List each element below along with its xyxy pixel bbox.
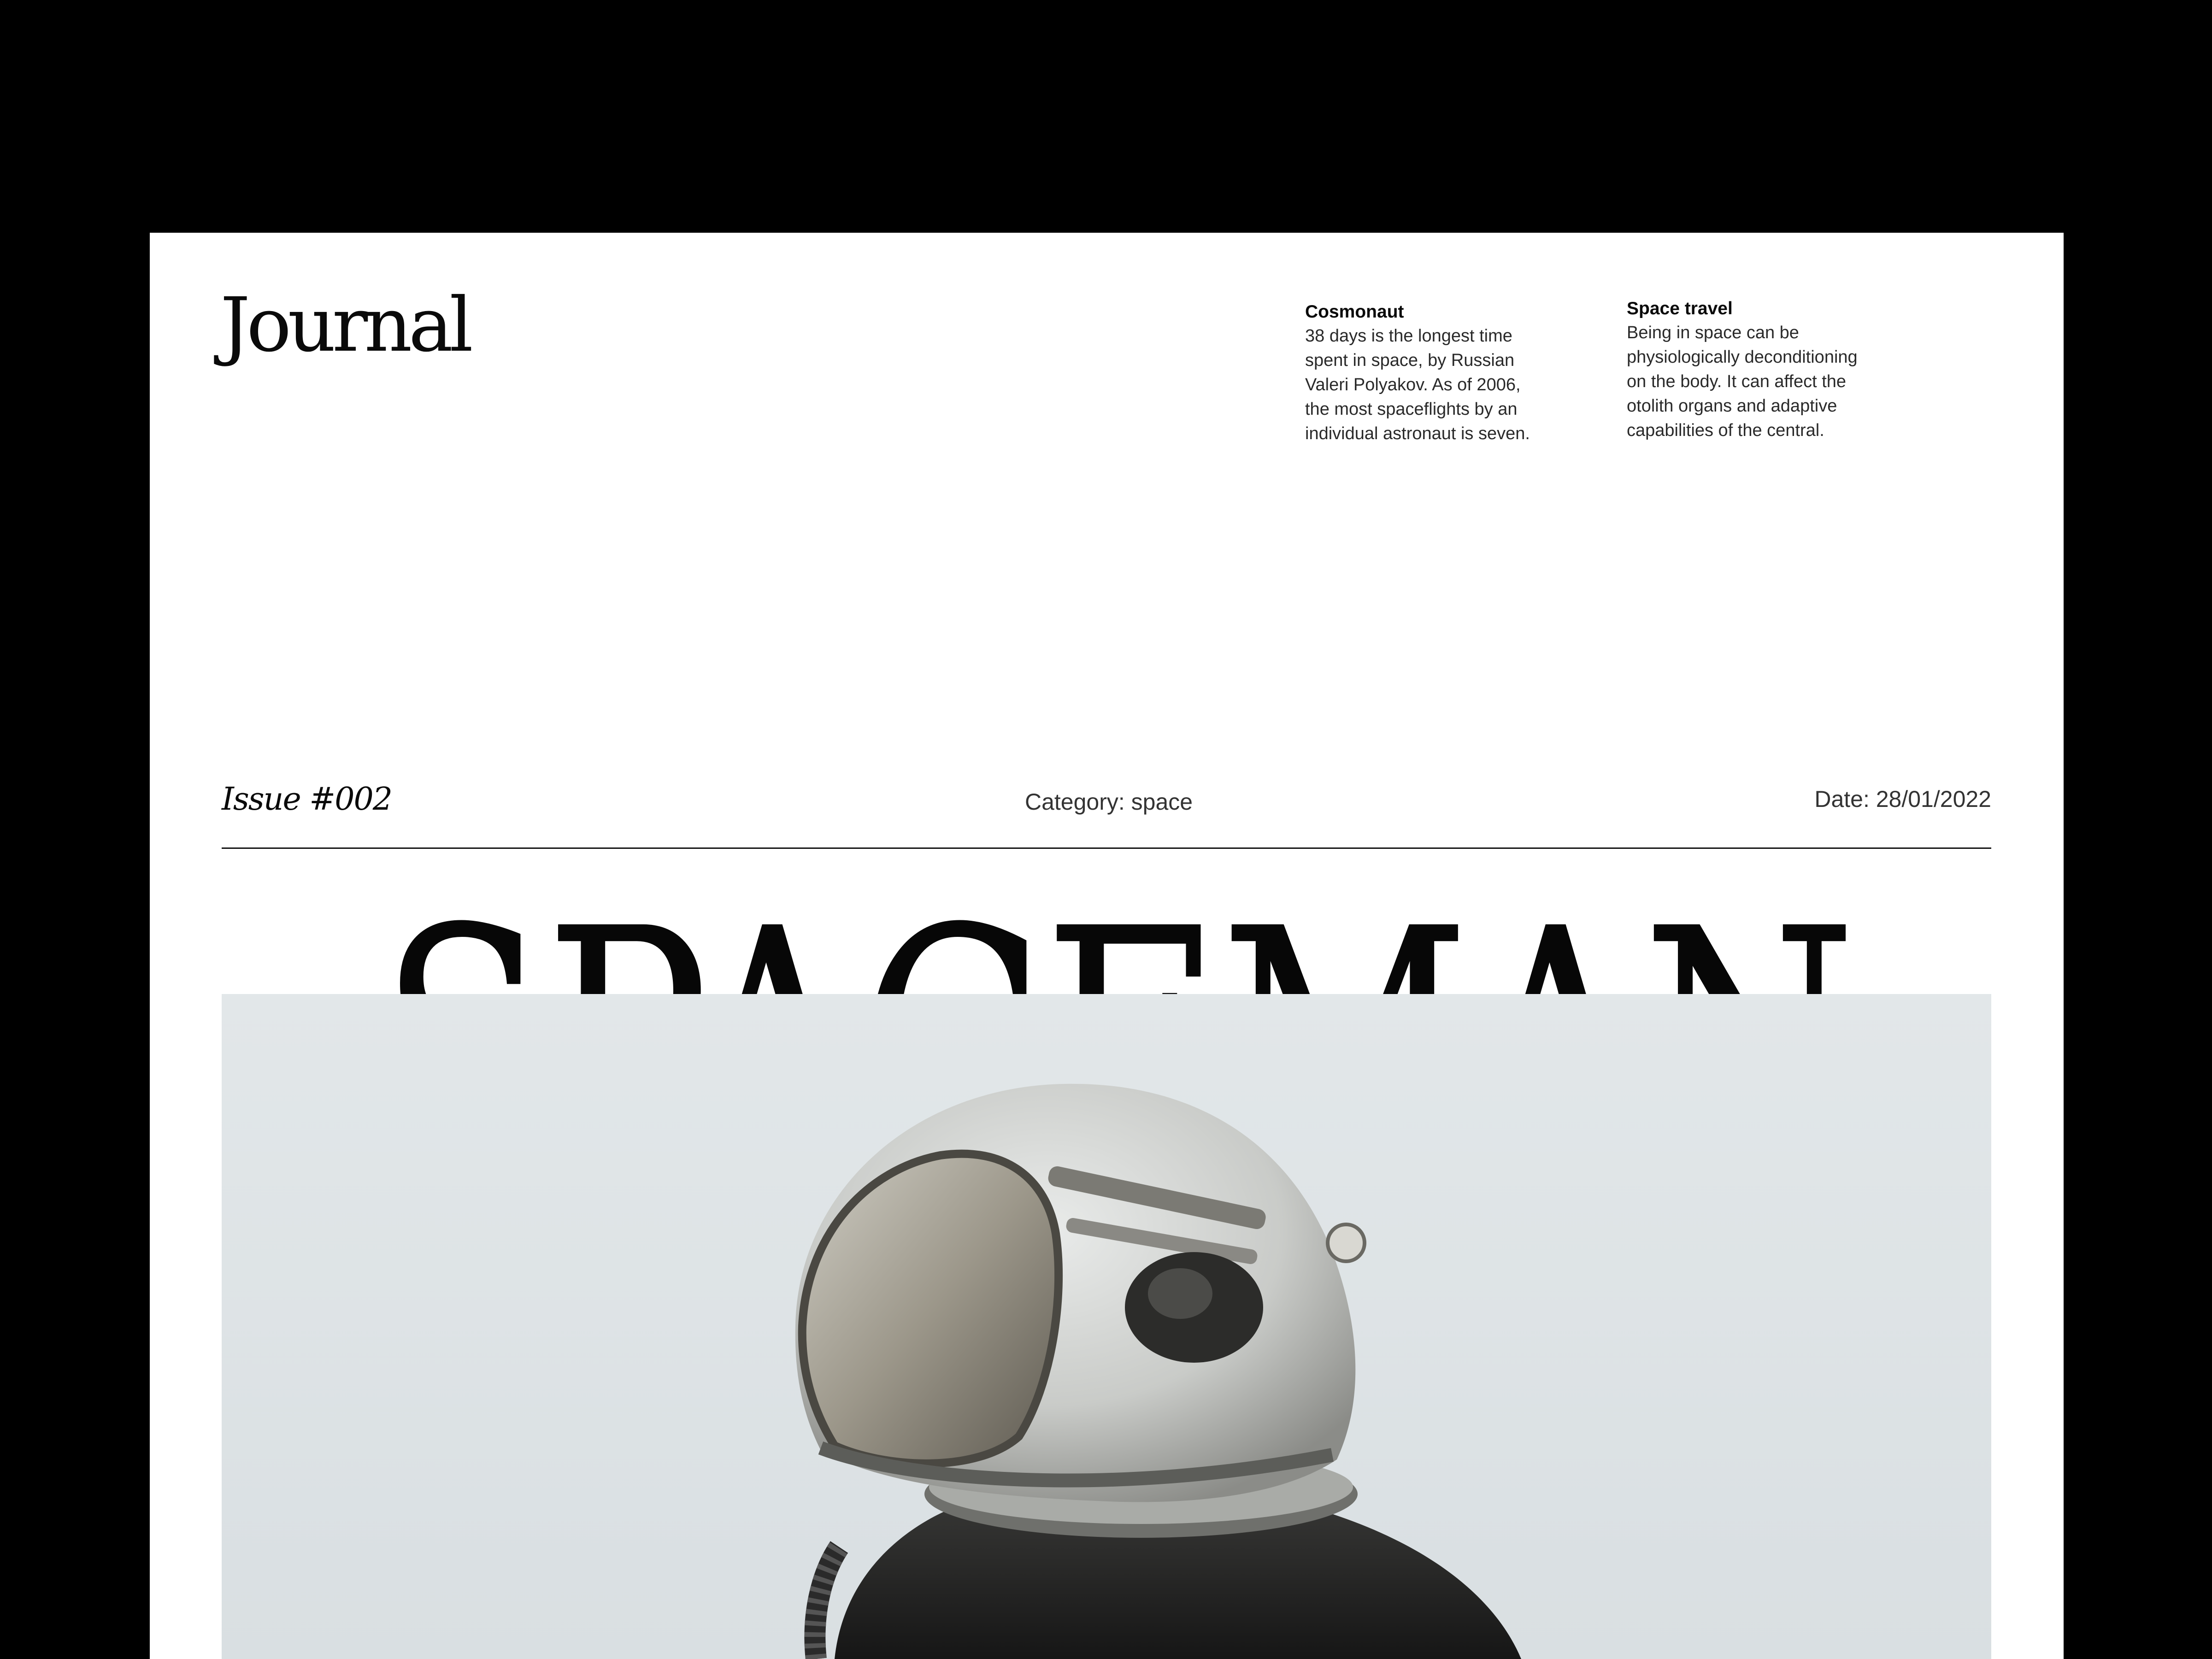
fact-cosmonaut: Cosmonaut 38 days is the longest time sp…: [1305, 300, 1563, 446]
fact-body: Being in space can be physiologically de…: [1627, 323, 1858, 440]
fact-space-travel: Space travel Being in space can be physi…: [1627, 296, 1894, 443]
astronaut-illustration: [222, 994, 1991, 1659]
fact-title: Space travel: [1627, 299, 1733, 318]
issue-number: Issue #002: [222, 781, 393, 818]
masthead-logo: Journal: [220, 282, 473, 369]
fact-body: 38 days is the longest time spent in spa…: [1305, 326, 1530, 443]
astronaut-photo: [222, 994, 1991, 1659]
category-label: Category: space: [1025, 789, 1193, 815]
issue-date: Date: 28/01/2022: [1814, 786, 1991, 812]
fact-title: Cosmonaut: [1305, 302, 1404, 322]
meta-divider: [222, 847, 1991, 849]
issue-meta-row: Issue #002 Category: space Date: 28/01/2…: [222, 781, 1991, 827]
magazine-page: Journal Cosmonaut 38 days is the longest…: [150, 233, 2064, 1659]
